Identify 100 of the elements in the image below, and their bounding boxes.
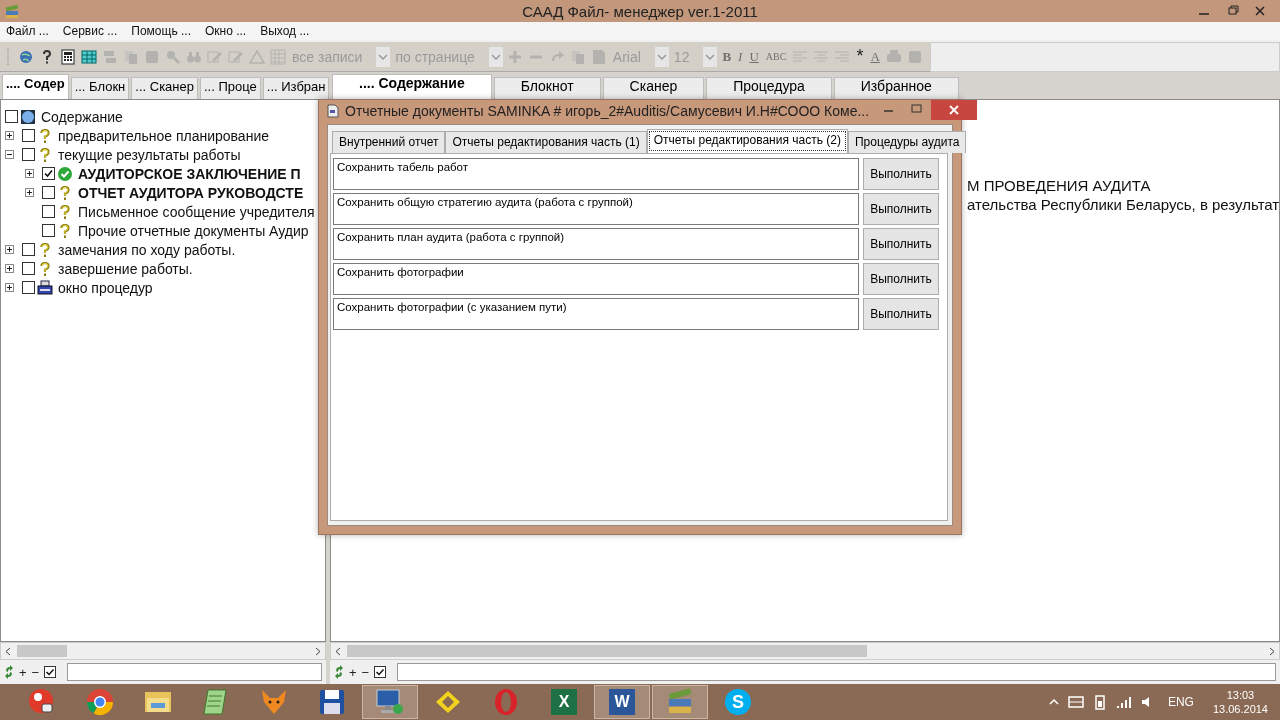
signal-icon[interactable]	[1115, 695, 1132, 709]
caret-icon	[488, 46, 503, 67]
tree-item[interactable]: ОТЧЕТ АУДИТОРА РУКОВОДСТЕ	[78, 184, 304, 201]
tree-item[interactable]: Прочие отчетные документы Аудир	[78, 222, 309, 239]
run-button[interactable]: Выполнить	[863, 193, 939, 225]
expand-icon[interactable]	[25, 169, 34, 178]
input-field[interactable]	[67, 663, 322, 681]
document-text: М ПРОВЕДЕНИЯ АУДИТА	[967, 176, 1152, 195]
menu-item[interactable]: Выход ...	[260, 24, 310, 38]
tab[interactable]: Внутренний отчет	[332, 131, 446, 153]
taskbar-app[interactable]: W	[594, 685, 650, 719]
text-field[interactable]: Сохранить общую стратегию аудита (работа с группой)	[333, 193, 859, 225]
tab[interactable]: ... Избран	[262, 77, 330, 99]
add-button[interactable]: +	[19, 664, 27, 680]
tab[interactable]: ... Проце	[200, 77, 261, 99]
menu-item[interactable]: Сервис ...	[62, 24, 118, 38]
tab[interactable]: .... Содержание	[332, 74, 492, 99]
checkbox[interactable]	[374, 666, 387, 678]
tab[interactable]: Сканер	[602, 77, 705, 99]
format-button[interactable]: *	[854, 46, 866, 67]
expand-icon[interactable]	[5, 131, 14, 140]
run-button[interactable]: Выполнить	[863, 228, 939, 260]
tree-item[interactable]: завершение работы.	[58, 260, 193, 277]
battery-icon[interactable]	[1092, 694, 1107, 710]
tab[interactable]: Избранное	[833, 77, 959, 99]
checkbox[interactable]	[22, 148, 35, 161]
scrollbar-thumb[interactable]	[17, 645, 67, 657]
table-icon[interactable]	[81, 48, 97, 65]
text-field[interactable]: Сохранить фотографии (с указанием пути)	[333, 298, 859, 330]
run-button[interactable]: Выполнить	[863, 263, 939, 295]
tab[interactable]: ... Сканер	[131, 77, 198, 99]
tree-item[interactable]: окно процедур	[58, 279, 153, 296]
text-field[interactable]: Сохранить план аудита (работа с группой)	[333, 228, 859, 260]
document-text: ательства Республики Беларусь, в результат	[967, 195, 1280, 214]
refresh-icon[interactable]	[334, 665, 344, 679]
tab[interactable]: ... Блокн	[70, 77, 130, 99]
toolbar-grip-icon	[6, 46, 10, 67]
refresh-icon[interactable]	[4, 665, 14, 679]
checkbox[interactable]	[42, 186, 55, 199]
add-button[interactable]: +	[349, 664, 357, 680]
tree-item[interactable]: Письменное сообщение учредителя	[78, 203, 315, 220]
run-button[interactable]: Выполнить	[863, 158, 939, 190]
input-field[interactable]	[397, 663, 1277, 681]
taskbar-app[interactable]	[362, 685, 418, 719]
tree-item[interactable]: предварительное планирование	[58, 127, 269, 144]
text-field[interactable]: Сохранить фотографии	[333, 263, 859, 295]
menu-item[interactable]: Окно ...	[204, 24, 247, 38]
calculator-icon[interactable]	[60, 48, 76, 65]
network-icon[interactable]	[1067, 695, 1084, 709]
tab[interactable]: Отчеты редактирования часть (1)	[445, 131, 647, 153]
scrollbar-thumb[interactable]	[347, 645, 867, 657]
horizontal-scrollbar[interactable]	[330, 642, 1280, 660]
globe-icon	[20, 108, 36, 125]
tree-item[interactable]: АУДИТОРСКОЕ ЗАКЛЮЧЕНИЕ П	[78, 165, 301, 182]
expand-icon[interactable]	[5, 264, 14, 273]
checkbox[interactable]	[42, 224, 55, 237]
remove-button[interactable]: −	[361, 664, 370, 680]
caret-icon	[654, 46, 669, 67]
menu-item[interactable]: Файл ...	[6, 24, 49, 38]
collapse-icon[interactable]	[5, 150, 14, 159]
tab[interactable]: Блокнот	[493, 77, 601, 99]
chrome-icon	[84, 686, 116, 718]
tab[interactable]: .... Содер	[2, 74, 69, 99]
clock[interactable]: 13:03 13.06.2014	[1212, 688, 1268, 716]
window-title: СААД Файл- менеджер ver.1-2011	[522, 2, 758, 20]
checkbox[interactable]	[44, 666, 57, 678]
question-mark-icon	[57, 184, 73, 201]
question-mark-icon	[57, 203, 73, 220]
language-indicator[interactable]: ENG	[1167, 695, 1194, 709]
checkbox[interactable]	[5, 110, 18, 123]
tab[interactable]: Отчеты редактирования часть (2)	[646, 129, 848, 153]
tab[interactable]: Процедура	[706, 77, 832, 99]
close-icon[interactable]	[931, 100, 978, 120]
expand-icon[interactable]	[5, 283, 14, 292]
checkbox[interactable]	[22, 281, 35, 294]
text-field[interactable]: Сохранить табель работ	[333, 158, 859, 190]
horizontal-scrollbar[interactable]	[0, 642, 326, 660]
taskbar-app[interactable]: X	[536, 685, 592, 719]
tree-item[interactable]: замечания по ходу работы.	[58, 241, 236, 258]
globe-icon[interactable]	[18, 48, 34, 65]
tree-item[interactable]: Содержание	[41, 108, 123, 125]
run-button[interactable]: Выполнить	[863, 298, 939, 330]
word-logo: W	[609, 689, 635, 715]
question-mark-icon	[37, 260, 53, 277]
books-icon	[4, 3, 20, 19]
checkbox[interactable]	[42, 167, 55, 180]
menu-item[interactable]: Помощь ...	[131, 24, 191, 38]
caret-icon	[703, 46, 718, 67]
expand-icon[interactable]	[5, 245, 14, 254]
checkbox[interactable]	[42, 205, 55, 218]
checkbox[interactable]	[22, 262, 35, 275]
checkbox[interactable]	[22, 129, 35, 142]
remove-button[interactable]: −	[31, 664, 40, 680]
tab[interactable]: Процедуры аудита	[847, 131, 967, 153]
skype-logo: S	[725, 689, 751, 715]
caret-icon	[376, 46, 391, 67]
question-mark-icon	[57, 222, 73, 239]
expand-icon[interactable]	[25, 188, 34, 197]
checkbox[interactable]	[22, 243, 35, 256]
tree-item[interactable]: текущие результаты работы	[58, 146, 241, 163]
